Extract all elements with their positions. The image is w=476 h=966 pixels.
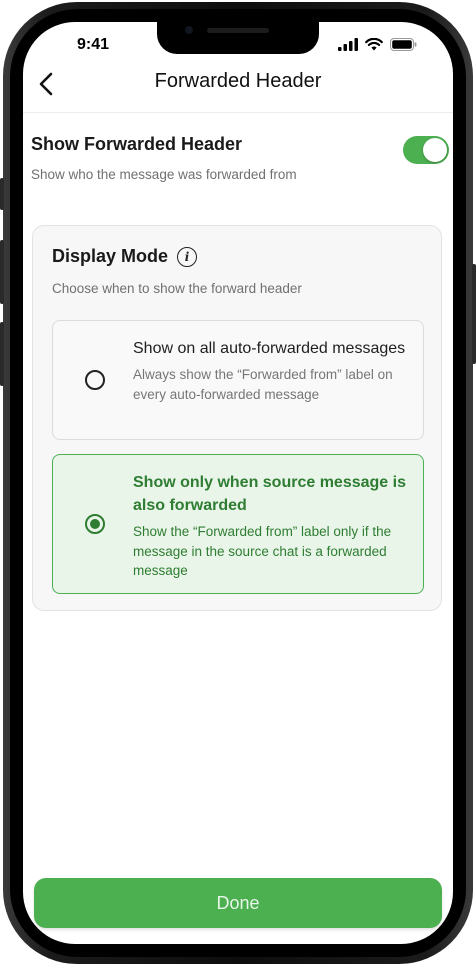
option-all-auto-forwarded[interactable]: Show on all auto-forwarded messages Alwa…	[52, 320, 424, 440]
screen: 9:41 Forwarded Header Show Forwarded Hea…	[23, 22, 453, 944]
radio-unselected[interactable]	[85, 370, 105, 390]
display-mode-subtitle: Choose when to show the forward header	[52, 281, 302, 296]
wifi-icon	[365, 38, 383, 51]
action-button	[0, 178, 4, 210]
volume-down-button	[0, 322, 4, 386]
radio-selected[interactable]	[85, 514, 105, 534]
power-button	[472, 264, 476, 364]
status-icons	[338, 38, 417, 51]
option-text: Show only when source message is also fo…	[133, 471, 409, 581]
radio-dot	[90, 519, 100, 529]
display-mode-title: Display Mode	[52, 246, 169, 266]
option-source-also-forwarded[interactable]: Show only when source message is also fo…	[52, 454, 424, 594]
volume-up-button	[0, 240, 4, 304]
option-title: Show on all auto-forwarded messages	[133, 340, 406, 357]
notch	[157, 22, 319, 54]
setting-subtitle: Show who the message was forwarded from	[31, 167, 297, 182]
page-title: Forwarded Header	[154, 70, 322, 92]
option-text: Show on all auto-forwarded messages Alwa…	[133, 337, 409, 404]
toggle-knob	[423, 138, 447, 162]
show-forwarded-header-toggle[interactable]	[403, 136, 449, 164]
display-mode-card: Display Mode i Choose when to show the f…	[32, 225, 442, 611]
option-title: Show only when source message is also fo…	[133, 474, 406, 514]
cellular-signal-icon	[338, 38, 358, 51]
camera	[185, 26, 193, 34]
status-time: 9:41	[77, 36, 110, 53]
done-button[interactable]: Done	[34, 878, 442, 928]
navigation-bar: Forwarded Header	[23, 60, 453, 113]
option-description: Always show the “Forwarded from” label o…	[133, 367, 393, 402]
setting-title: Show Forwarded Header	[31, 134, 243, 154]
battery-icon	[390, 38, 417, 51]
display-mode-header: Display Mode i	[52, 246, 198, 267]
show-forwarded-header-setting: Show Forwarded Header Show who the messa…	[31, 134, 451, 182]
speaker	[207, 28, 269, 33]
info-icon[interactable]: i	[177, 246, 198, 267]
option-description: Show the “Forwarded from” label only if …	[133, 524, 392, 578]
